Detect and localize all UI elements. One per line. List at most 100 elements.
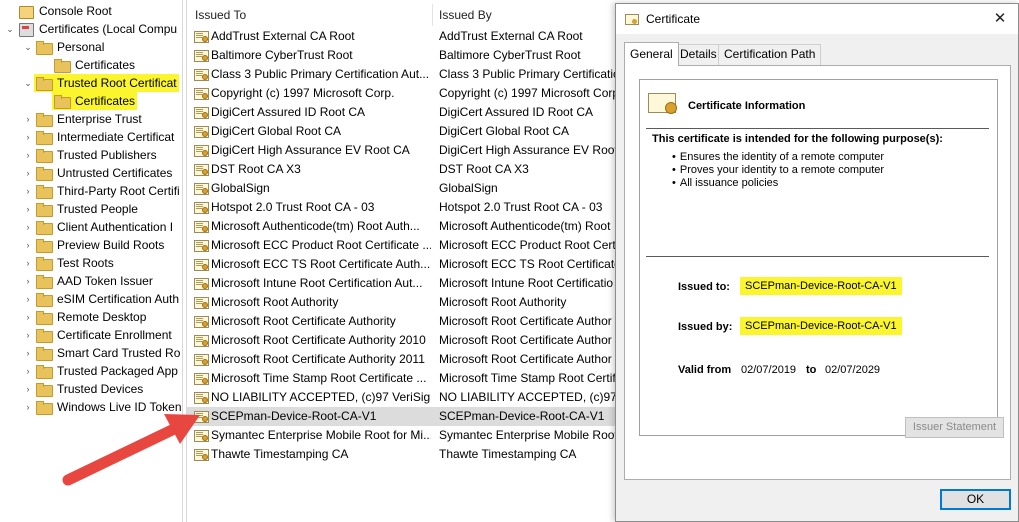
tree-item[interactable]: ⌄ Trusted Root Certificat	[22, 74, 179, 92]
folder-icon	[36, 221, 53, 235]
folder-icon	[36, 311, 53, 325]
tree-item[interactable]: Certificates	[40, 92, 138, 110]
table-row[interactable]: SCEPman-Device-Root-CA-V1 SCEPman-Device-…	[187, 407, 626, 426]
chevron-right-icon[interactable]: ›	[22, 326, 34, 344]
issued-to-cell: Microsoft Root Certificate Authority 201…	[211, 352, 425, 366]
table-row[interactable]: Microsoft Root Certificate Authority 201…	[187, 350, 626, 369]
tree-item[interactable]: › Smart Card Trusted Ro	[22, 344, 182, 362]
chevron-right-icon[interactable]: ›	[22, 128, 34, 146]
tree-item-label: Console Root	[39, 4, 112, 18]
chevron-right-icon[interactable]: ›	[22, 254, 34, 272]
tree-item-label: Smart Card Trusted Ro	[57, 346, 181, 360]
close-icon[interactable]: ✕	[988, 9, 1012, 29]
certificate-icon	[194, 87, 209, 100]
tree-item[interactable]: › Preview Build Roots	[22, 236, 166, 254]
chevron-right-icon[interactable]: ›	[22, 290, 34, 308]
tree-item[interactable]: › Enterprise Trust	[22, 110, 144, 128]
table-row[interactable]: Class 3 Public Primary Certification Aut…	[187, 65, 626, 84]
chevron-right-icon[interactable]: ›	[22, 236, 34, 254]
chevron-down-icon[interactable]: ⌄	[22, 74, 34, 92]
chevron-right-icon[interactable]: ›	[22, 344, 34, 362]
table-row[interactable]: Microsoft Root Authority Microsoft Root A…	[187, 293, 626, 312]
tree-item[interactable]: Certificates	[40, 56, 137, 74]
table-row[interactable]: DigiCert Assured ID Root CA DigiCert Assu…	[187, 103, 626, 122]
column-header-issued-to[interactable]: Issued To	[195, 4, 430, 26]
purpose-item: Proves your identity to a remote compute…	[672, 164, 884, 177]
table-row[interactable]: Microsoft Authenticode(tm) Root Auth... M…	[187, 217, 626, 236]
issued-by-cell: Symantec Enterprise Mobile Root	[439, 428, 618, 442]
chevron-right-icon[interactable]: ›	[22, 218, 34, 236]
table-row[interactable]: Microsoft Time Stamp Root Certificate ..…	[187, 369, 626, 388]
table-row[interactable]: GlobalSign GlobalSign	[187, 179, 626, 198]
table-row[interactable]: Microsoft ECC Product Root Certificate .…	[187, 236, 626, 255]
table-row[interactable]: NO LIABILITY ACCEPTED, (c)97 VeriSign,..…	[187, 388, 626, 407]
tree-item[interactable]: › Trusted People	[22, 200, 140, 218]
table-row[interactable]: Copyright (c) 1997 Microsoft Corp. Copyri…	[187, 84, 626, 103]
chevron-right-icon[interactable]: ›	[22, 164, 34, 182]
divider	[646, 128, 989, 129]
tree-item-label: Trusted Packaged App	[57, 364, 178, 378]
issued-by-cell: DigiCert Global Root CA	[439, 124, 570, 138]
tab-certification-path[interactable]: Certification Path	[718, 44, 822, 65]
column-header-issued-by[interactable]: Issued By	[439, 4, 619, 26]
folder-icon	[54, 95, 71, 109]
tab-details[interactable]: Details	[674, 44, 723, 65]
chevron-right-icon[interactable]: ›	[22, 362, 34, 380]
tree-item[interactable]: ⌄ Personal	[22, 38, 106, 56]
tree-item[interactable]: › Certificate Enrollment	[22, 326, 174, 344]
tree-item[interactable]: › Trusted Devices	[22, 380, 145, 398]
chevron-right-icon[interactable]: ›	[22, 110, 34, 128]
tree-item[interactable]: › Intermediate Certificat	[22, 128, 176, 146]
chevron-right-icon[interactable]: ›	[22, 398, 34, 416]
tree-item[interactable]: › AAD Token Issuer	[22, 272, 155, 290]
table-row[interactable]: AddTrust External CA Root AddTrust Extern…	[187, 27, 626, 46]
folder-icon	[36, 77, 53, 91]
certificate-icon	[194, 68, 209, 81]
chevron-right-icon[interactable]: ›	[22, 200, 34, 218]
issued-to-cell: Microsoft ECC Product Root Certificate .…	[211, 238, 431, 252]
issued-to-value: SCEPman-Device-Root-CA-V1	[740, 277, 902, 295]
tree-item[interactable]: › Test Roots	[22, 254, 116, 272]
folder-icon	[36, 275, 53, 289]
ok-button[interactable]: OK	[940, 489, 1011, 510]
tree-item[interactable]: › eSIM Certification Auth	[22, 290, 181, 308]
chevron-right-icon[interactable]: ›	[22, 272, 34, 290]
chevron-right-icon[interactable]: ›	[22, 146, 34, 164]
chevron-right-icon[interactable]: ›	[22, 182, 34, 200]
tab-general[interactable]: General	[624, 42, 679, 66]
issuer-statement-button[interactable]: Issuer Statement	[905, 417, 1004, 438]
table-row[interactable]: Symantec Enterprise Mobile Root for Mi..…	[187, 426, 626, 445]
issued-by-cell: Microsoft Root Certificate Author	[439, 333, 612, 347]
tree-item[interactable]: ⌄ Certificates (Local Compu	[4, 20, 179, 38]
table-row[interactable]: Hotspot 2.0 Trust Root CA - 03 Hotspot 2.…	[187, 198, 626, 217]
tree-item[interactable]: › Untrusted Certificates	[22, 164, 174, 182]
certificate-icon	[194, 201, 209, 214]
tree-item[interactable]: › Trusted Packaged App	[22, 362, 180, 380]
tree-item[interactable]: Console Root	[4, 2, 114, 20]
table-row[interactable]: Microsoft ECC TS Root Certificate Auth..…	[187, 255, 626, 274]
chevron-down-icon[interactable]: ⌄	[4, 20, 16, 38]
chevron-down-icon[interactable]: ⌄	[22, 38, 34, 56]
table-row[interactable]: Microsoft Intune Root Certification Aut.…	[187, 274, 626, 293]
table-row[interactable]: DigiCert High Assurance EV Root CA DigiCe…	[187, 141, 626, 160]
certificate-dialog: Certificate ✕ General Details Certificat…	[615, 3, 1019, 522]
chevron-right-icon[interactable]: ›	[22, 308, 34, 326]
table-row[interactable]: Microsoft Root Certificate Authority Micr…	[187, 312, 626, 331]
valid-to-date: 02/07/2029	[825, 364, 881, 376]
tree-item-label: Client Authentication I	[57, 220, 174, 234]
table-row[interactable]: DST Root CA X3 DST Root CA X3	[187, 160, 626, 179]
issued-by-cell: SCEPman-Device-Root-CA-V1	[439, 409, 605, 423]
tree-item[interactable]: › Client Authentication I	[22, 218, 175, 236]
table-row[interactable]: Thawte Timestamping CA Thawte Timestampin…	[187, 445, 626, 464]
column-separator[interactable]	[432, 4, 433, 26]
tree-item[interactable]: › Trusted Publishers	[22, 146, 159, 164]
certificate-icon	[194, 220, 209, 233]
tree-item[interactable]: › Remote Desktop	[22, 308, 148, 326]
tree-item[interactable]: › Third-Party Root Certifi	[22, 182, 182, 200]
table-row[interactable]: Microsoft Root Certificate Authority 201…	[187, 331, 626, 350]
dialog-titlebar[interactable]: Certificate ✕	[616, 4, 1018, 34]
tree-item-label: Third-Party Root Certifi	[57, 184, 180, 198]
table-row[interactable]: DigiCert Global Root CA DigiCert Global R…	[187, 122, 626, 141]
chevron-right-icon[interactable]: ›	[22, 380, 34, 398]
table-row[interactable]: Baltimore CyberTrust Root Baltimore Cyber…	[187, 46, 626, 65]
